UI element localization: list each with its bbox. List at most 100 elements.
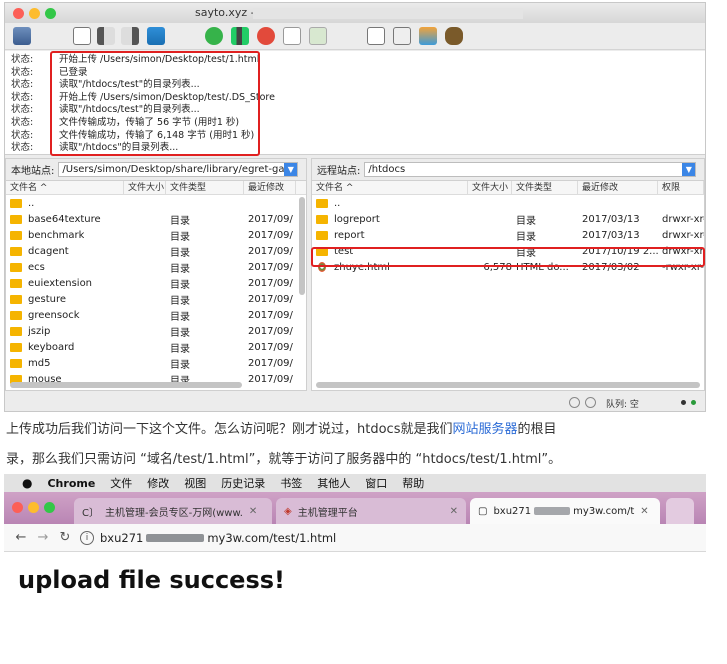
- file-row[interactable]: md5 目录 2017/09/: [6, 355, 306, 371]
- file-type: 目录: [170, 295, 190, 307]
- cancel-icon[interactable]: [257, 27, 275, 45]
- chevron-down-icon[interactable]: ▼: [682, 163, 696, 176]
- tab-upload-page[interactable]: ▢ bxu271 my3w.com/t ✕: [470, 498, 660, 524]
- zoom-window-button[interactable]: [44, 502, 55, 513]
- folder-icon: [10, 294, 22, 304]
- binoculars-icon[interactable]: [445, 27, 463, 45]
- reconnect-icon[interactable]: [309, 27, 327, 45]
- file-modified: 2017/09/: [248, 277, 293, 289]
- menu-item[interactable]: 历史记录: [221, 475, 265, 491]
- column-header[interactable]: 文件名 ^: [312, 180, 468, 195]
- toggle-log-icon[interactable]: [73, 27, 91, 45]
- file-row[interactable]: benchmark 目录 2017/09/: [6, 227, 306, 243]
- file-name: base64texture: [28, 213, 101, 225]
- minimize-window-button[interactable]: [29, 8, 40, 19]
- file-name: ..: [28, 197, 35, 209]
- file-row[interactable]: keyboard 目录 2017/09/: [6, 339, 306, 355]
- menu-item[interactable]: 书签: [280, 475, 302, 491]
- filter-icon[interactable]: [367, 27, 385, 45]
- remote-horizontal-scrollbar[interactable]: [316, 382, 700, 388]
- file-type: 目录: [170, 231, 190, 243]
- file-name: dcagent: [28, 245, 69, 257]
- file-type: 目录: [170, 343, 190, 355]
- menu-item[interactable]: 文件: [110, 475, 132, 491]
- chevron-down-icon[interactable]: ▼: [284, 163, 298, 176]
- remote-path-value: /htdocs: [368, 164, 406, 175]
- folder-icon: [316, 214, 328, 224]
- column-header[interactable]: 文件大小: [124, 180, 166, 195]
- file-row[interactable]: euiextension 目录 2017/09/: [6, 275, 306, 291]
- file-modified: 2017/09/: [248, 245, 293, 257]
- new-tab-button[interactable]: [666, 498, 694, 524]
- file-type: 目录: [170, 327, 190, 339]
- minimize-window-button[interactable]: [28, 502, 39, 513]
- close-icon[interactable]: ✕: [450, 506, 458, 517]
- toggle-remote-tree-icon[interactable]: [121, 27, 139, 45]
- file-row[interactable]: ..: [6, 195, 306, 211]
- forward-icon[interactable]: →: [32, 530, 54, 545]
- column-header[interactable]: 文件名 ^: [6, 180, 124, 195]
- menu-item[interactable]: 其他人: [317, 475, 350, 491]
- column-header[interactable]: 最近修改: [244, 180, 296, 195]
- folder-icon: [10, 246, 22, 256]
- zoom-window-button[interactable]: [45, 8, 56, 19]
- close-window-button[interactable]: [13, 8, 24, 19]
- column-header[interactable]: 文件类型: [512, 180, 578, 195]
- file-row[interactable]: ecs 目录 2017/09/: [6, 259, 306, 275]
- menu-item[interactable]: 窗口: [365, 475, 387, 491]
- url-field[interactable]: bxu271 my3w.com/test/1.html: [100, 531, 336, 545]
- local-horizontal-scrollbar[interactable]: [10, 382, 242, 388]
- file-row[interactable]: jszip 目录 2017/09/: [6, 323, 306, 339]
- refresh-icon[interactable]: [205, 27, 223, 45]
- info-icon[interactable]: i: [80, 530, 94, 545]
- column-header[interactable]: 文件大小: [468, 180, 512, 195]
- queue-status: 队列: 空: [606, 400, 639, 410]
- tab-favicon: C〕: [82, 507, 99, 519]
- menu-item[interactable]: Chrome: [47, 477, 95, 490]
- file-row[interactable]: dcagent 目录 2017/09/: [6, 243, 306, 259]
- menu-item[interactable]: 帮助: [402, 475, 424, 491]
- local-vertical-scrollbar[interactable]: [299, 197, 305, 295]
- speed-limit-icon: [585, 397, 596, 408]
- remote-path-input[interactable]: /htdocs ▼: [364, 162, 697, 177]
- file-perm: drwxr-xr-x: [662, 213, 704, 225]
- reload-icon[interactable]: ↻: [54, 530, 76, 545]
- file-row[interactable]: gesture 目录 2017/09/: [6, 291, 306, 307]
- column-header[interactable]: 权限: [658, 180, 704, 195]
- process-queue-icon[interactable]: [231, 27, 249, 45]
- site-manager-icon[interactable]: [13, 27, 31, 45]
- apple-icon[interactable]: ●: [22, 476, 32, 490]
- file-row[interactable]: ..: [312, 195, 704, 211]
- search-icon[interactable]: [393, 27, 411, 45]
- tab-title: bxu271: [493, 505, 532, 517]
- file-type: 目录: [170, 263, 190, 275]
- close-window-button[interactable]: [12, 502, 23, 513]
- sync-browse-icon[interactable]: [419, 27, 437, 45]
- tab-host-management-platform[interactable]: ◈ 主机管理平台 ✕: [276, 498, 466, 524]
- menu-item[interactable]: 修改: [147, 475, 169, 491]
- file-modified: 2017/09/: [248, 309, 293, 321]
- file-modified: 2017/09/: [248, 229, 293, 241]
- file-type: 目录: [170, 279, 190, 291]
- file-type: 目录: [170, 359, 190, 371]
- address-bar: ← → ↻ i bxu271 my3w.com/test/1.html: [4, 524, 706, 552]
- back-icon[interactable]: ←: [10, 530, 32, 545]
- column-header[interactable]: 最近修改: [578, 180, 658, 195]
- transfer-queue-icon[interactable]: [147, 27, 165, 45]
- file-row[interactable]: greensock 目录 2017/09/: [6, 307, 306, 323]
- article-line-1: 上传成功后我们访问一下这个文件。怎么访问呢？刚才说过，htdocs就是我们网站服…: [6, 418, 557, 437]
- file-row[interactable]: logreport 目录 2017/03/13 drwxr-xr-x: [312, 211, 704, 227]
- local-site-bar: 本地站点: /Users/simon/Desktop/share/library…: [6, 159, 306, 181]
- file-row[interactable]: base64texture 目录 2017/09/: [6, 211, 306, 227]
- column-header[interactable]: 文件类型: [166, 180, 244, 195]
- web-server-link[interactable]: 网站服务器: [452, 422, 517, 437]
- file-row[interactable]: report 目录 2017/03/13 drwxr-xr-x: [312, 227, 704, 243]
- toggle-local-tree-icon[interactable]: [97, 27, 115, 45]
- close-icon[interactable]: ✕: [640, 506, 648, 517]
- disconnect-icon[interactable]: [283, 27, 301, 45]
- tab-host-management-member[interactable]: C〕 主机管理-会员专区-万网(www. ✕: [74, 498, 272, 524]
- menu-item[interactable]: 视图: [184, 475, 206, 491]
- local-path-input[interactable]: /Users/simon/Desktop/share/library/egret…: [58, 162, 299, 177]
- close-icon[interactable]: ✕: [249, 506, 257, 517]
- file-name: ..: [334, 197, 341, 209]
